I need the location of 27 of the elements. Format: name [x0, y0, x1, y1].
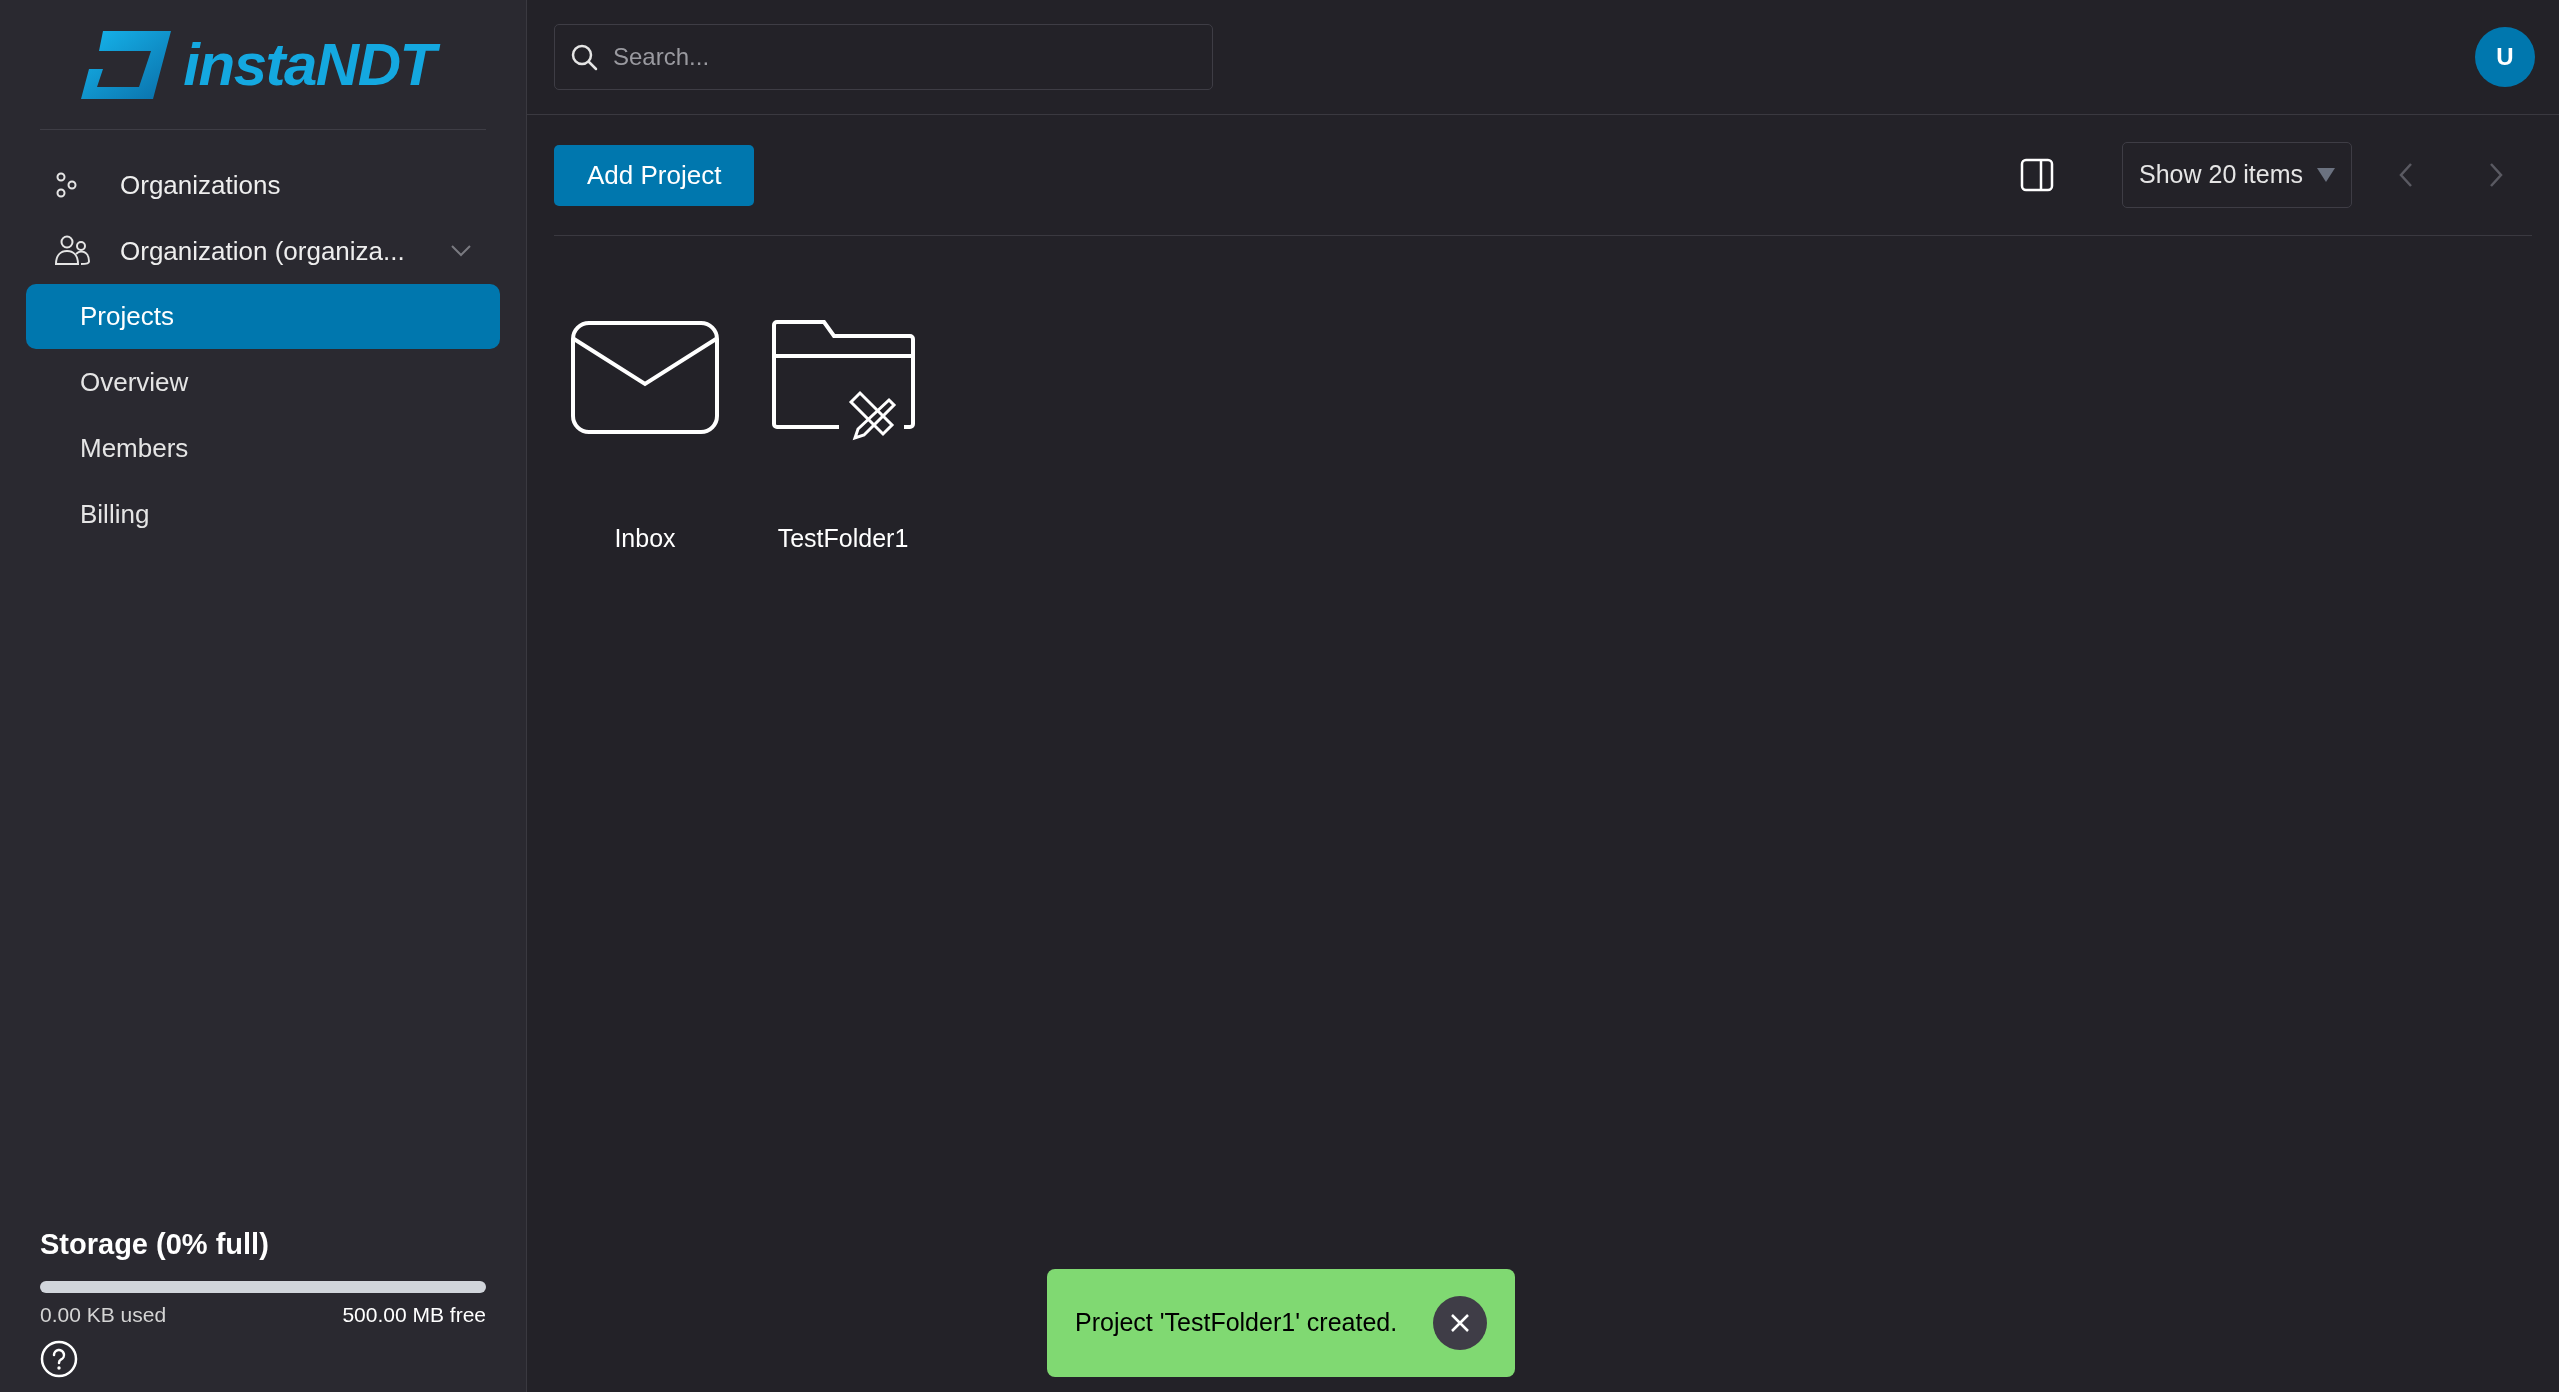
- search-icon: [570, 43, 598, 71]
- chevron-icon[interactable]: [450, 244, 472, 258]
- storage-free: 500.00 MB free: [342, 1301, 486, 1328]
- search-field[interactable]: Search...: [554, 24, 1213, 90]
- help-icon[interactable]: [40, 1340, 78, 1378]
- sidebar-subitem[interactable]: Overview: [26, 350, 500, 415]
- toast-message: Project 'TestFolder1' created.: [1075, 1307, 1398, 1339]
- storage-used: 0.00 KB used: [40, 1301, 167, 1328]
- dropdown-triangle-icon: [2317, 168, 2335, 182]
- sidebar-item[interactable]: Organizations: [120, 165, 281, 205]
- project-name[interactable]: TestFolder1: [777, 520, 909, 558]
- project-name[interactable]: Inbox: [614, 520, 676, 558]
- sidebar-subitem[interactable]: Billing: [26, 482, 500, 547]
- logo-text: instaNDT: [183, 19, 445, 110]
- logo-icon: [81, 30, 172, 99]
- panel-toggle-icon[interactable]: [2020, 158, 2055, 192]
- close-button[interactable]: [1433, 1296, 1487, 1350]
- close-icon: [1450, 1313, 1470, 1333]
- sidebar-item[interactable]: Organization (organiza...: [120, 231, 405, 271]
- user-avatar[interactable]: U: [2475, 27, 2535, 87]
- storage-title: Storage (0% full): [40, 1227, 270, 1262]
- add-project-button[interactable]: Add Project: [554, 144, 755, 206]
- people-icon: [54, 235, 90, 267]
- sidebar-subitem[interactable]: Members: [26, 416, 500, 481]
- envelope-icon: [570, 320, 720, 435]
- sidebar-subitem[interactable]: Projects: [26, 284, 500, 349]
- page-size-select[interactable]: Show 20 items: [2122, 142, 2352, 208]
